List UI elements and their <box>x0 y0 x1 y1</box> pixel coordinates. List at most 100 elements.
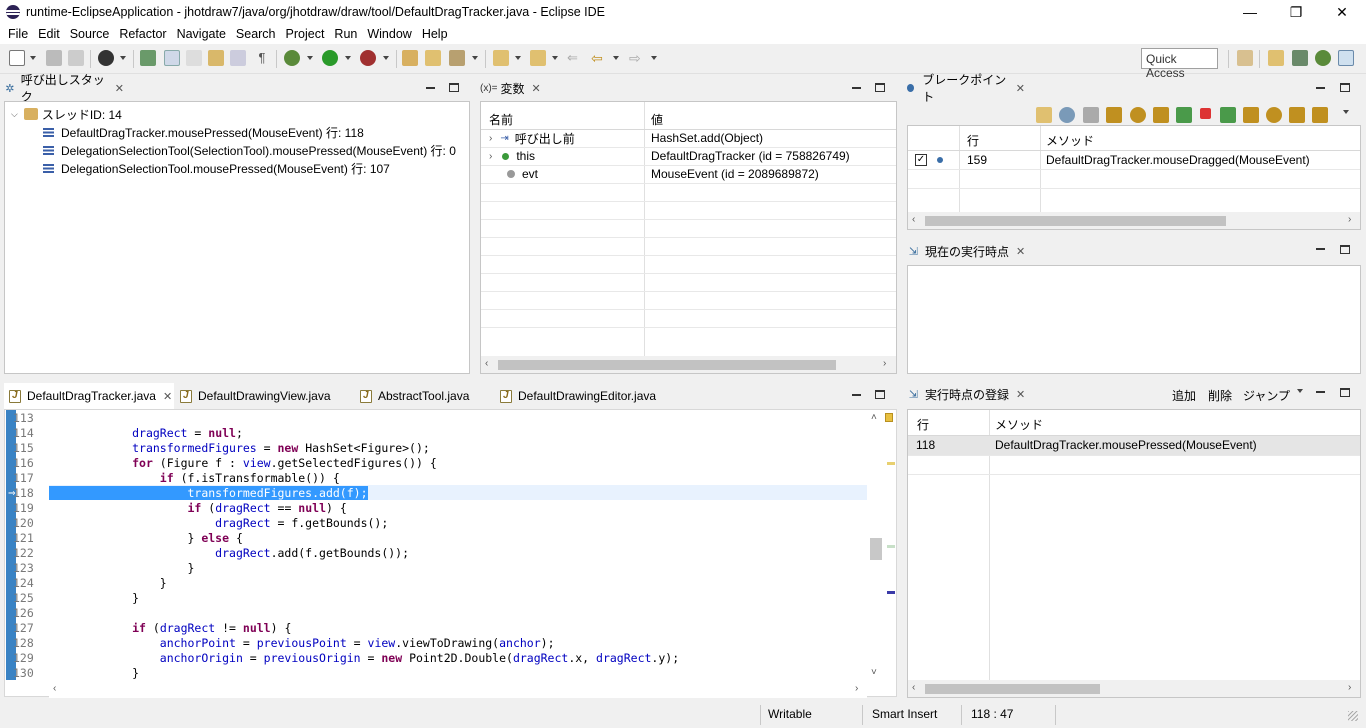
maximize-panel-icon[interactable] <box>875 83 885 92</box>
code-line[interactable]: anchorPoint = previousPoint = view.viewT… <box>49 636 555 651</box>
code-line[interactable]: transformedFigures.add(f); <box>49 486 368 501</box>
debug-icon[interactable] <box>284 50 300 66</box>
scroll-right-icon[interactable]: › <box>1348 214 1351 225</box>
add-button[interactable]: 追加 <box>1172 387 1196 404</box>
menu-navigate[interactable]: Navigate <box>172 27 231 41</box>
code-line[interactable]: if (dragRect == null) { <box>49 501 346 516</box>
resize-grip-icon[interactable] <box>1348 711 1358 721</box>
column-header-line[interactable]: 行 <box>917 416 929 433</box>
step-filter-icon[interactable] <box>186 50 202 66</box>
code-line[interactable]: anchorOrigin = previousOrigin = new Poin… <box>49 651 679 666</box>
restore-button[interactable]: ❐ <box>1273 0 1319 24</box>
external-tools-icon[interactable] <box>360 50 376 66</box>
code-line[interactable]: if (f.isTransformable()) { <box>49 471 340 486</box>
variable-row[interactable]: evt <box>507 165 538 183</box>
menu-run[interactable]: Run <box>329 27 362 41</box>
tab-default-drag-tracker[interactable]: DefaultDragTracker.java ✕ <box>4 383 174 409</box>
scrollbar-thumb[interactable] <box>498 360 836 370</box>
minimize-button[interactable]: — <box>1227 0 1273 24</box>
replay-icon[interactable] <box>1266 107 1282 123</box>
overview-marker[interactable] <box>887 591 895 594</box>
horizontal-scrollbar[interactable]: ‹ › <box>49 681 867 698</box>
scroll-down-icon[interactable]: ˅ <box>871 667 877 678</box>
debug-perspective-icon[interactable] <box>1315 50 1331 66</box>
scroll-left-icon[interactable]: ‹ <box>912 682 915 693</box>
stack-frame[interactable]: DelegationSelectionTool(SelectionTool).m… <box>43 141 456 159</box>
scrollbar-thumb[interactable] <box>870 538 882 560</box>
code-line[interactable]: } <box>49 561 194 576</box>
column-header-name[interactable]: 名前 <box>489 111 513 128</box>
close-icon[interactable]: ✕ <box>532 82 541 95</box>
chevron-right-icon[interactable]: › <box>489 151 492 162</box>
tab-abstract-tool[interactable]: AbstractTool.java <box>360 383 469 409</box>
step-forward-icon[interactable] <box>1243 107 1259 123</box>
stop-icon[interactable] <box>1200 108 1211 119</box>
new-icon[interactable] <box>9 50 25 66</box>
run-dropdown-icon[interactable] <box>345 56 351 60</box>
open-folder-icon[interactable] <box>425 50 441 66</box>
next-annotation-icon[interactable] <box>493 50 509 66</box>
breakpoint-checkbox[interactable]: ✓ <box>915 154 927 166</box>
vertical-scrollbar[interactable]: ˄ ˅ <box>867 410 884 680</box>
expand-icon[interactable] <box>1059 107 1075 123</box>
code-line[interactable]: dragRect = null; <box>49 426 243 441</box>
code-line[interactable]: if (dragRect != null) { <box>49 621 291 636</box>
open-folder-icon[interactable] <box>1036 107 1052 123</box>
breakpoint-row[interactable]: ✓ <box>915 151 943 169</box>
close-icon[interactable]: ✕ <box>115 82 124 95</box>
open-perspective-icon[interactable] <box>1237 50 1253 66</box>
column-header-method[interactable]: メソッド <box>995 416 1043 433</box>
scroll-right-icon[interactable]: › <box>883 358 886 369</box>
scrollbar-thumb[interactable] <box>925 216 1226 226</box>
save-all-icon[interactable] <box>68 50 84 66</box>
profile-dropdown-icon[interactable] <box>120 56 126 60</box>
variable-row[interactable]: › ⇥ 呼び出し前 <box>489 129 575 147</box>
menu-refactor[interactable]: Refactor <box>114 27 171 41</box>
code-line[interactable]: transformedFigures = new HashSet<Figure>… <box>49 441 430 456</box>
forward-dropdown-icon[interactable] <box>651 56 657 60</box>
scrollbar-thumb[interactable] <box>925 684 1100 694</box>
chevron-down-icon[interactable]: ⌵ <box>11 109 18 120</box>
scroll-right-icon[interactable]: › <box>855 683 858 694</box>
run-icon[interactable] <box>322 50 338 66</box>
horizontal-scrollbar[interactable]: ‹ › <box>908 680 1360 697</box>
tab-breakpoints[interactable]: ブレークポイント ✕ <box>907 73 1025 104</box>
column-header-method[interactable]: メソッド <box>1046 132 1094 149</box>
code-line[interactable]: dragRect.add(f.getBounds()); <box>49 546 409 561</box>
other-perspective-icon[interactable] <box>1338 50 1354 66</box>
minimize-panel-icon[interactable] <box>852 394 861 396</box>
stack-frame[interactable]: DelegationSelectionTool.mousePressed(Mou… <box>43 159 390 177</box>
bug-icon[interactable] <box>1083 107 1099 123</box>
close-button[interactable]: ✕ <box>1319 0 1365 24</box>
code-line[interactable]: } else { <box>49 531 242 546</box>
menu-file[interactable]: File <box>3 27 33 41</box>
back-icon[interactable]: ⇦ <box>591 50 607 66</box>
menu-source[interactable]: Source <box>65 27 115 41</box>
step-over-icon[interactable] <box>1130 107 1146 123</box>
minimize-panel-icon[interactable] <box>1316 87 1325 89</box>
chevron-right-icon[interactable]: › <box>489 133 492 144</box>
profile-icon[interactable] <box>98 50 114 66</box>
link-icon[interactable] <box>1312 107 1328 123</box>
code-line[interactable]: dragRect = f.getBounds(); <box>49 516 388 531</box>
highlight-icon[interactable] <box>164 50 180 66</box>
menu-edit[interactable]: Edit <box>33 27 65 41</box>
overview-marker[interactable] <box>887 545 895 548</box>
status-insert-mode[interactable]: Smart Insert <box>872 707 937 721</box>
jump-icon[interactable] <box>1289 107 1305 123</box>
tab-current-point[interactable]: ⇲ 現在の実行時点 ✕ <box>907 239 1033 263</box>
java-browsing-perspective-icon[interactable] <box>1292 50 1308 66</box>
jump-button[interactable]: ジャンプ <box>1243 387 1290 404</box>
variable-row[interactable]: › this <box>489 147 535 165</box>
maximize-panel-icon[interactable] <box>449 83 459 92</box>
external-tools-dropdown-icon[interactable] <box>383 56 389 60</box>
horizontal-scrollbar[interactable]: ‹ › <box>481 356 896 373</box>
prev-annotation-dropdown-icon[interactable] <box>552 56 558 60</box>
column-header-line[interactable]: 行 <box>967 132 979 149</box>
menu-search[interactable]: Search <box>231 27 281 41</box>
maximize-panel-icon[interactable] <box>1340 83 1350 92</box>
code-line[interactable]: } <box>49 666 139 681</box>
view-menu-icon[interactable] <box>1343 110 1349 114</box>
minimize-panel-icon[interactable] <box>852 87 861 89</box>
scroll-left-icon[interactable]: ‹ <box>912 214 915 225</box>
